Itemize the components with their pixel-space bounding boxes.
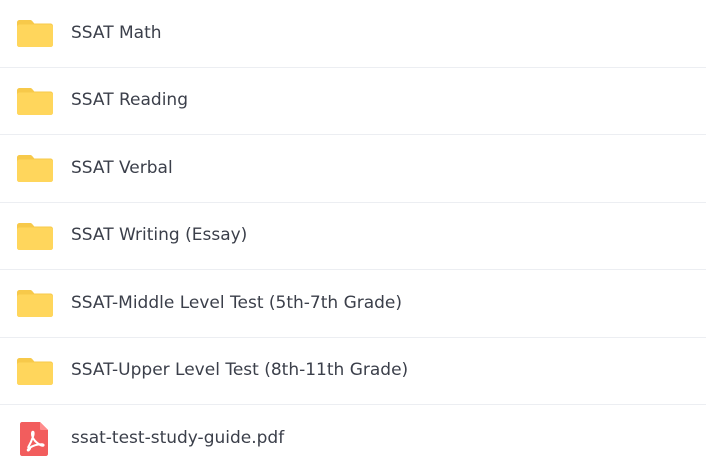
item-name: SSAT Math <box>71 22 162 43</box>
list-item-folder[interactable]: SSAT-Middle Level Test (5th-7th Grade) <box>0 270 706 338</box>
item-name: SSAT-Middle Level Test (5th-7th Grade) <box>71 292 403 313</box>
file-list: SSAT Math SSAT Reading SSAT Verbal SSAT … <box>0 0 706 466</box>
item-name: ssat-test-study-guide.pdf <box>71 428 285 449</box>
list-item-folder[interactable]: SSAT Verbal <box>0 135 706 203</box>
folder-icon <box>14 83 56 119</box>
pdf-file-icon <box>14 421 56 457</box>
list-item-folder[interactable]: SSAT Math <box>0 0 706 68</box>
folder-icon <box>14 353 56 389</box>
item-name: SSAT-Upper Level Test (8th-11th Grade) <box>71 360 409 381</box>
list-item-pdf[interactable]: ssat-test-study-guide.pdf <box>0 405 706 473</box>
folder-icon <box>14 285 56 321</box>
item-name: SSAT Reading <box>71 90 188 111</box>
list-item-folder[interactable]: SSAT Writing (Essay) <box>0 203 706 270</box>
folder-icon <box>14 218 56 254</box>
item-name: SSAT Verbal <box>71 157 173 178</box>
folder-icon <box>14 150 56 186</box>
list-item-folder[interactable]: SSAT-Upper Level Test (8th-11th Grade) <box>0 338 706 405</box>
item-name: SSAT Writing (Essay) <box>71 225 248 246</box>
folder-icon <box>14 15 56 51</box>
list-item-folder[interactable]: SSAT Reading <box>0 68 706 135</box>
